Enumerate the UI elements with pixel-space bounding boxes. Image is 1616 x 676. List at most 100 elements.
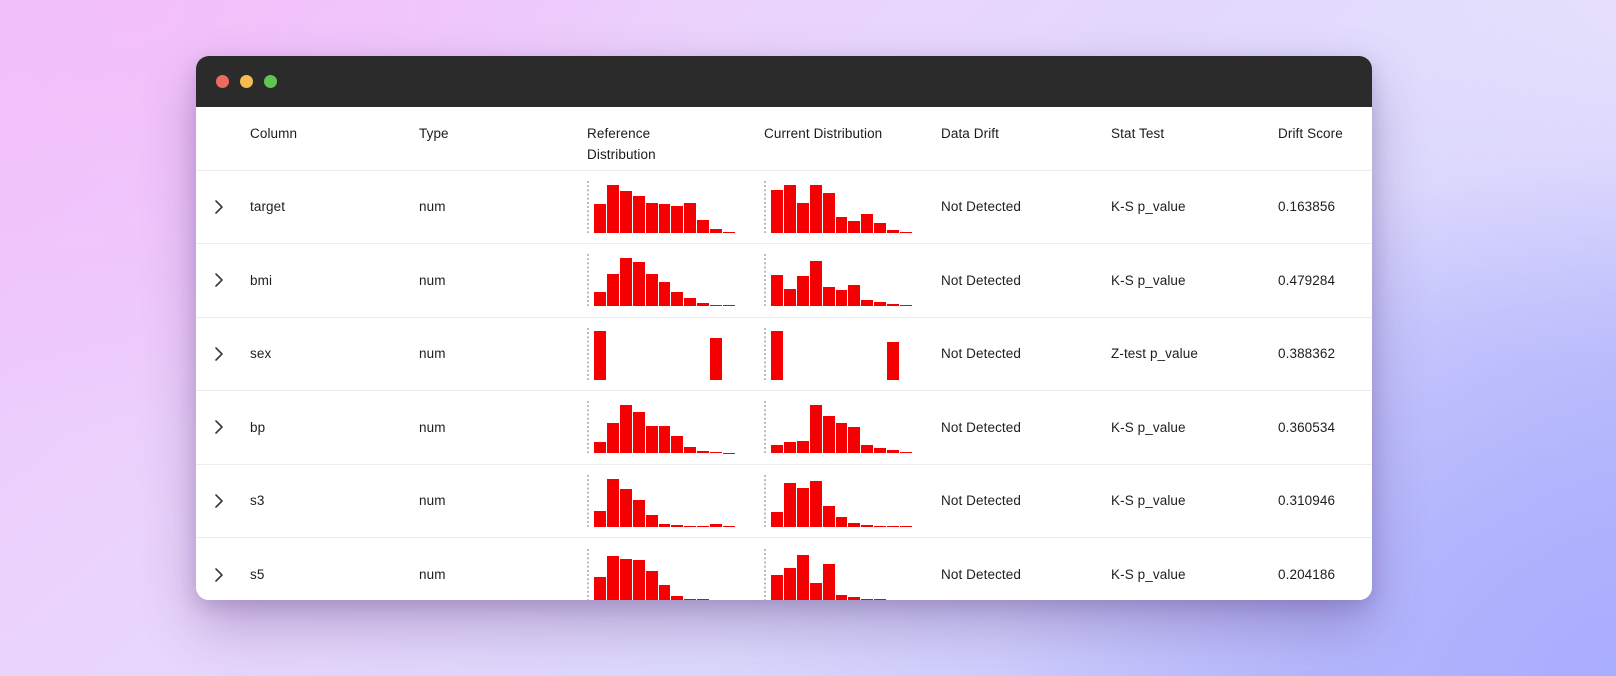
chevron-right-icon[interactable] — [208, 416, 230, 438]
column-header-current-distribution[interactable]: Current Distribution — [764, 107, 941, 171]
cell-reference-distribution — [587, 538, 764, 600]
histogram-bars — [771, 254, 912, 307]
histogram-bar — [594, 203, 606, 233]
histogram-bar — [710, 523, 723, 527]
histogram-bar — [861, 300, 874, 307]
current-distribution-histogram — [764, 180, 912, 233]
expand-cell[interactable] — [196, 390, 250, 465]
histogram-bar — [887, 526, 900, 527]
table-header: Column Type Reference Distribution Curre… — [196, 107, 1372, 171]
column-header-stat-test[interactable]: Stat Test — [1111, 107, 1278, 171]
histogram-bar — [835, 595, 848, 600]
column-header-data-drift[interactable]: Data Drift — [941, 107, 1111, 171]
histogram-bar — [861, 598, 874, 600]
minimize-button[interactable] — [240, 75, 253, 88]
histogram-y-axis — [587, 180, 589, 233]
histogram-y-axis — [764, 548, 766, 600]
chevron-right-icon[interactable] — [208, 343, 230, 365]
column-header-column[interactable]: Column — [250, 107, 419, 171]
histogram-bar — [619, 258, 632, 307]
chevron-right-icon[interactable] — [208, 196, 230, 218]
histogram-bar — [645, 203, 658, 233]
expand-cell[interactable] — [196, 538, 250, 601]
cell-column-name: bp — [250, 390, 419, 465]
close-button[interactable] — [216, 75, 229, 88]
cell-reference-distribution — [587, 317, 764, 391]
cell-type: num — [419, 390, 587, 465]
cell-data-drift: Not Detected — [941, 390, 1111, 465]
histogram-bar — [822, 415, 835, 454]
cell-column-name: s3 — [250, 464, 419, 538]
histogram-bar — [822, 564, 835, 600]
cell-current-distribution — [764, 317, 941, 391]
histogram-bar — [771, 330, 783, 380]
cell-current-distribution — [764, 390, 941, 465]
histogram-bar — [645, 274, 658, 307]
histogram-bars — [594, 549, 735, 600]
cell-reference-distribution — [587, 390, 764, 465]
reference-distribution-histogram — [587, 254, 735, 307]
cell-current-distribution — [764, 538, 941, 600]
expand-cell[interactable] — [196, 170, 250, 244]
histogram-bar — [835, 517, 848, 527]
column-header-reference-distribution[interactable]: Reference Distribution — [587, 107, 764, 171]
histogram-bar — [594, 441, 606, 454]
cell-column-name: bmi — [250, 243, 419, 318]
histogram-bar — [606, 274, 619, 307]
cell-stat-test: K-S p_value — [1111, 170, 1278, 244]
histogram-bar — [697, 599, 710, 600]
current-distribution-histogram — [764, 327, 912, 380]
cell-drift-score: 0.310946 — [1278, 464, 1372, 538]
table-row[interactable]: s5 num Not Detected K-S p_value 0.204186 — [196, 538, 1372, 601]
histogram-y-axis — [764, 327, 766, 380]
column-header-drift-score[interactable]: Drift Score — [1278, 107, 1372, 171]
table-row[interactable]: sex num Not Detected Z-test p_value 0.388362 — [196, 317, 1372, 391]
histogram-bar — [671, 435, 684, 454]
histogram-bar — [887, 303, 900, 307]
histogram-bar — [796, 554, 809, 600]
histogram-bar — [900, 452, 912, 454]
histogram-bar — [796, 202, 809, 233]
expand-cell[interactable] — [196, 464, 250, 538]
cell-type: num — [419, 567, 446, 582]
histogram-bar — [771, 275, 783, 307]
chevron-right-icon[interactable] — [208, 490, 230, 512]
column-header-type[interactable]: Type — [419, 107, 587, 171]
histogram-y-axis — [587, 327, 589, 380]
histogram-bar — [723, 231, 735, 233]
histogram-bar — [632, 261, 645, 307]
cell-stat-test: K-S p_value — [1111, 243, 1278, 318]
histogram-bar — [684, 598, 697, 600]
histogram-bar — [645, 571, 658, 600]
maximize-button[interactable] — [264, 75, 277, 88]
reference-distribution-histogram — [587, 474, 735, 527]
chevron-right-icon[interactable] — [208, 269, 230, 291]
chevron-right-icon[interactable] — [208, 564, 230, 586]
cell-reference-distribution — [587, 170, 764, 244]
data-drift-table: Column Type Reference Distribution Curre… — [196, 107, 1372, 600]
histogram-bar — [861, 214, 874, 233]
histogram-bar — [822, 193, 835, 233]
histogram-y-axis — [764, 474, 766, 527]
histogram-bar — [658, 584, 671, 600]
histogram-bar — [809, 582, 822, 600]
histogram-bars — [594, 254, 735, 307]
histogram-bar — [645, 426, 658, 454]
cell-current-distribution — [764, 464, 941, 538]
expand-cell[interactable] — [196, 243, 250, 318]
desktop-background: Column Type Reference Distribution Curre… — [0, 0, 1616, 676]
histogram-bar — [887, 342, 900, 380]
table-row[interactable]: bmi num Not Detected K-S p_value 0.479284 — [196, 243, 1372, 318]
cell-drift-score: 0.163856 — [1278, 170, 1372, 244]
histogram-bars — [771, 328, 912, 380]
histogram-bar — [697, 451, 710, 454]
histogram-bar — [783, 568, 796, 600]
table-row[interactable]: target num Not Detected K-S p_value 0.163856 — [196, 170, 1372, 244]
expand-cell[interactable] — [196, 317, 250, 391]
cell-drift-score: 0.360534 — [1278, 390, 1372, 465]
histogram-bar — [606, 423, 619, 454]
cell-data-drift: Not Detected — [941, 243, 1111, 318]
table-row[interactable]: bp num Not Detected K-S p_value 0.360534 — [196, 390, 1372, 465]
table-row[interactable]: s3 num Not Detected K-S p_value 0.310946 — [196, 464, 1372, 538]
histogram-bar — [671, 525, 684, 527]
